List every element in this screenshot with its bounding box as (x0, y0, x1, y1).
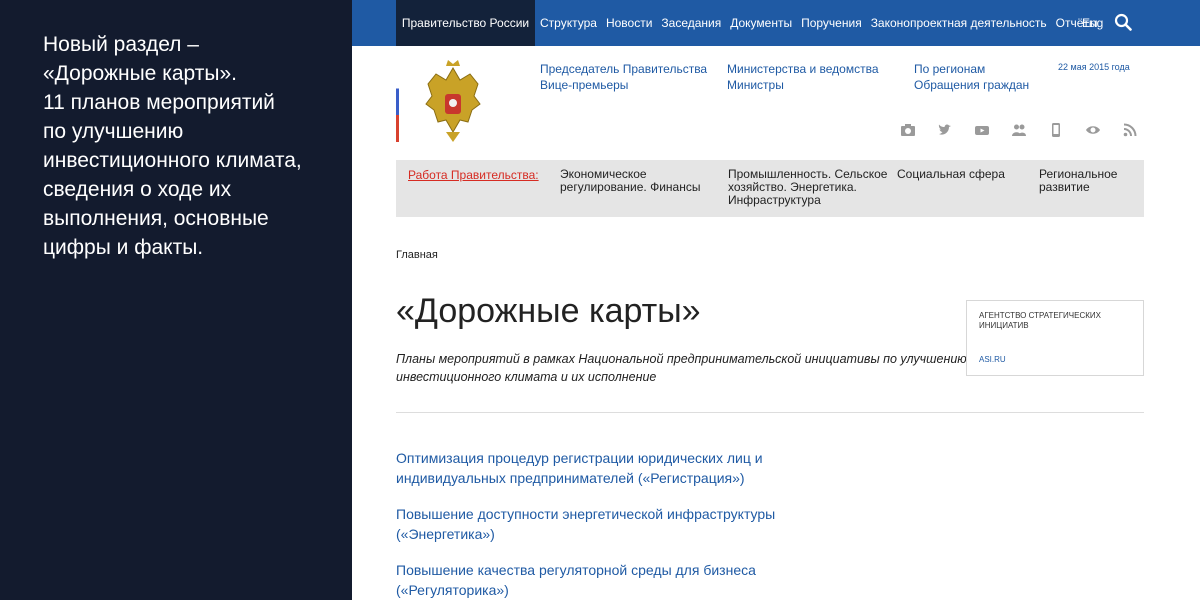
asi-link[interactable]: ASI.RU (979, 355, 1006, 364)
nav-item-meetings[interactable]: Заседания (661, 16, 721, 30)
nav-items: Структура Новости Заседания Документы По… (540, 0, 1107, 46)
flag-stripe (396, 62, 399, 142)
work-category-line: развитие (1039, 180, 1090, 194)
nav-item-documents[interactable]: Документы (730, 16, 792, 30)
roadmap-link-line: («Регуляторика») (396, 582, 509, 598)
nav-item-instructions[interactable]: Поручения (801, 16, 862, 30)
slide-line: 11 планов мероприятий (43, 91, 275, 114)
link-citizen-appeals[interactable]: Обращения граждан (914, 77, 1029, 93)
link-ministers[interactable]: Министры (727, 77, 879, 93)
roadmap-link-regulation[interactable]: Повышение качества регуляторной среды дл… (396, 560, 756, 600)
people-icon[interactable] (1011, 122, 1027, 138)
page-title: «Дорожные карты» (396, 292, 701, 330)
slide-line: инвестиционного климата, (43, 149, 302, 172)
slide-line: Новый раздел – (43, 33, 199, 56)
asi-title: АГЕНТСТВО СТРАТЕГИЧЕСКИХ ИНИЦИАТИВ (979, 311, 1101, 331)
twitter-icon[interactable] (937, 122, 953, 138)
header-links-col3: По регионам Обращения граждан (914, 61, 1029, 93)
breadcrumb[interactable]: Главная (396, 249, 438, 261)
work-category-line: Инфраструктура (728, 193, 821, 207)
link-ministries[interactable]: Министерства и ведомства (727, 61, 879, 77)
roadmap-link-line: индивидуальных предпринимателей («Регист… (396, 470, 745, 486)
work-category-industry[interactable]: Промышленность. Сельское хозяйство. Энер… (728, 168, 887, 207)
asi-title-line: ИНИЦИАТИВ (979, 321, 1029, 330)
camera-icon[interactable] (900, 122, 916, 138)
slide-line: выполнения, основные (43, 207, 269, 230)
nav-item-structure[interactable]: Структура (540, 16, 597, 30)
mobile-icon[interactable] (1048, 122, 1064, 138)
search-icon[interactable] (1114, 13, 1132, 31)
work-category-line: Социальная сфера (897, 167, 1005, 181)
work-category-economy[interactable]: Экономическое регулирование. Финансы (560, 168, 700, 194)
nav-item-news[interactable]: Новости (606, 16, 652, 30)
top-navigation: Правительство России Структура Новости З… (352, 0, 1200, 46)
work-category-regional[interactable]: Региональное развитие (1039, 168, 1117, 194)
link-chairman[interactable]: Председатель Правительства (540, 61, 707, 77)
youtube-icon[interactable] (974, 122, 990, 138)
eye-icon[interactable] (1085, 122, 1101, 138)
roadmap-link-energy[interactable]: Повышение доступности энергетической инф… (396, 504, 775, 544)
page-subtitle: Планы мероприятий в рамках Национальной … (396, 350, 967, 386)
work-title[interactable]: Работа Правительства: (408, 168, 539, 182)
social-icons (900, 122, 1159, 138)
slide-panel: Новый раздел – «Дорожные карты». 11 план… (0, 0, 352, 600)
nav-item-legislation[interactable]: Законопроектная деятельность (871, 16, 1047, 30)
roadmap-link-registration[interactable]: Оптимизация процедур регистрации юридиче… (396, 448, 763, 488)
asi-title-line: АГЕНТСТВО СТРАТЕГИЧЕСКИХ (979, 311, 1101, 320)
roadmap-link-line: Повышение качества регуляторной среды дл… (396, 562, 756, 578)
roadmap-link-line: Повышение доступности энергетической инф… (396, 506, 776, 522)
website: Правительство России Структура Новости З… (352, 0, 1200, 600)
slide-line: «Дорожные карты». (43, 62, 237, 85)
link-vice-premiers[interactable]: Вице-премьеры (540, 77, 707, 93)
work-category-line: регулирование. Финансы (560, 180, 701, 194)
divider (396, 412, 1144, 413)
nav-home[interactable]: Правительство России (396, 0, 535, 46)
slide-line: сведения о ходе их (43, 178, 232, 201)
header-links-col1: Председатель Правительства Вице-премьеры (540, 61, 707, 93)
header-links-col2: Министерства и ведомства Министры (727, 61, 879, 93)
slide-caption: Новый раздел – «Дорожные карты». 11 план… (43, 30, 333, 262)
asi-box: АГЕНТСТВО СТРАТЕГИЧЕСКИХ ИНИЦИАТИВ ASI.R… (966, 300, 1144, 376)
language-switch[interactable]: Eng (1082, 0, 1103, 46)
slide-line: по улучшению (43, 120, 184, 143)
header-date: 22 мая 2015 года (1058, 62, 1130, 72)
roadmap-link-line: («Энергетика») (396, 526, 495, 542)
subtitle-line: инвестиционного климата и их исполнение (396, 370, 657, 384)
roadmap-link-line: Оптимизация процедур регистрации юридиче… (396, 450, 763, 466)
government-work-strip: Работа Правительства: Экономическое регу… (396, 160, 1144, 217)
subtitle-line: Планы мероприятий в рамках Национальной … (396, 352, 967, 366)
rss-icon[interactable] (1122, 122, 1138, 138)
link-regions[interactable]: По регионам (914, 61, 1029, 77)
work-category-social[interactable]: Социальная сфера (897, 168, 1005, 181)
coat-of-arms-icon (425, 60, 481, 142)
slide-line: цифры и факты. (43, 236, 204, 259)
